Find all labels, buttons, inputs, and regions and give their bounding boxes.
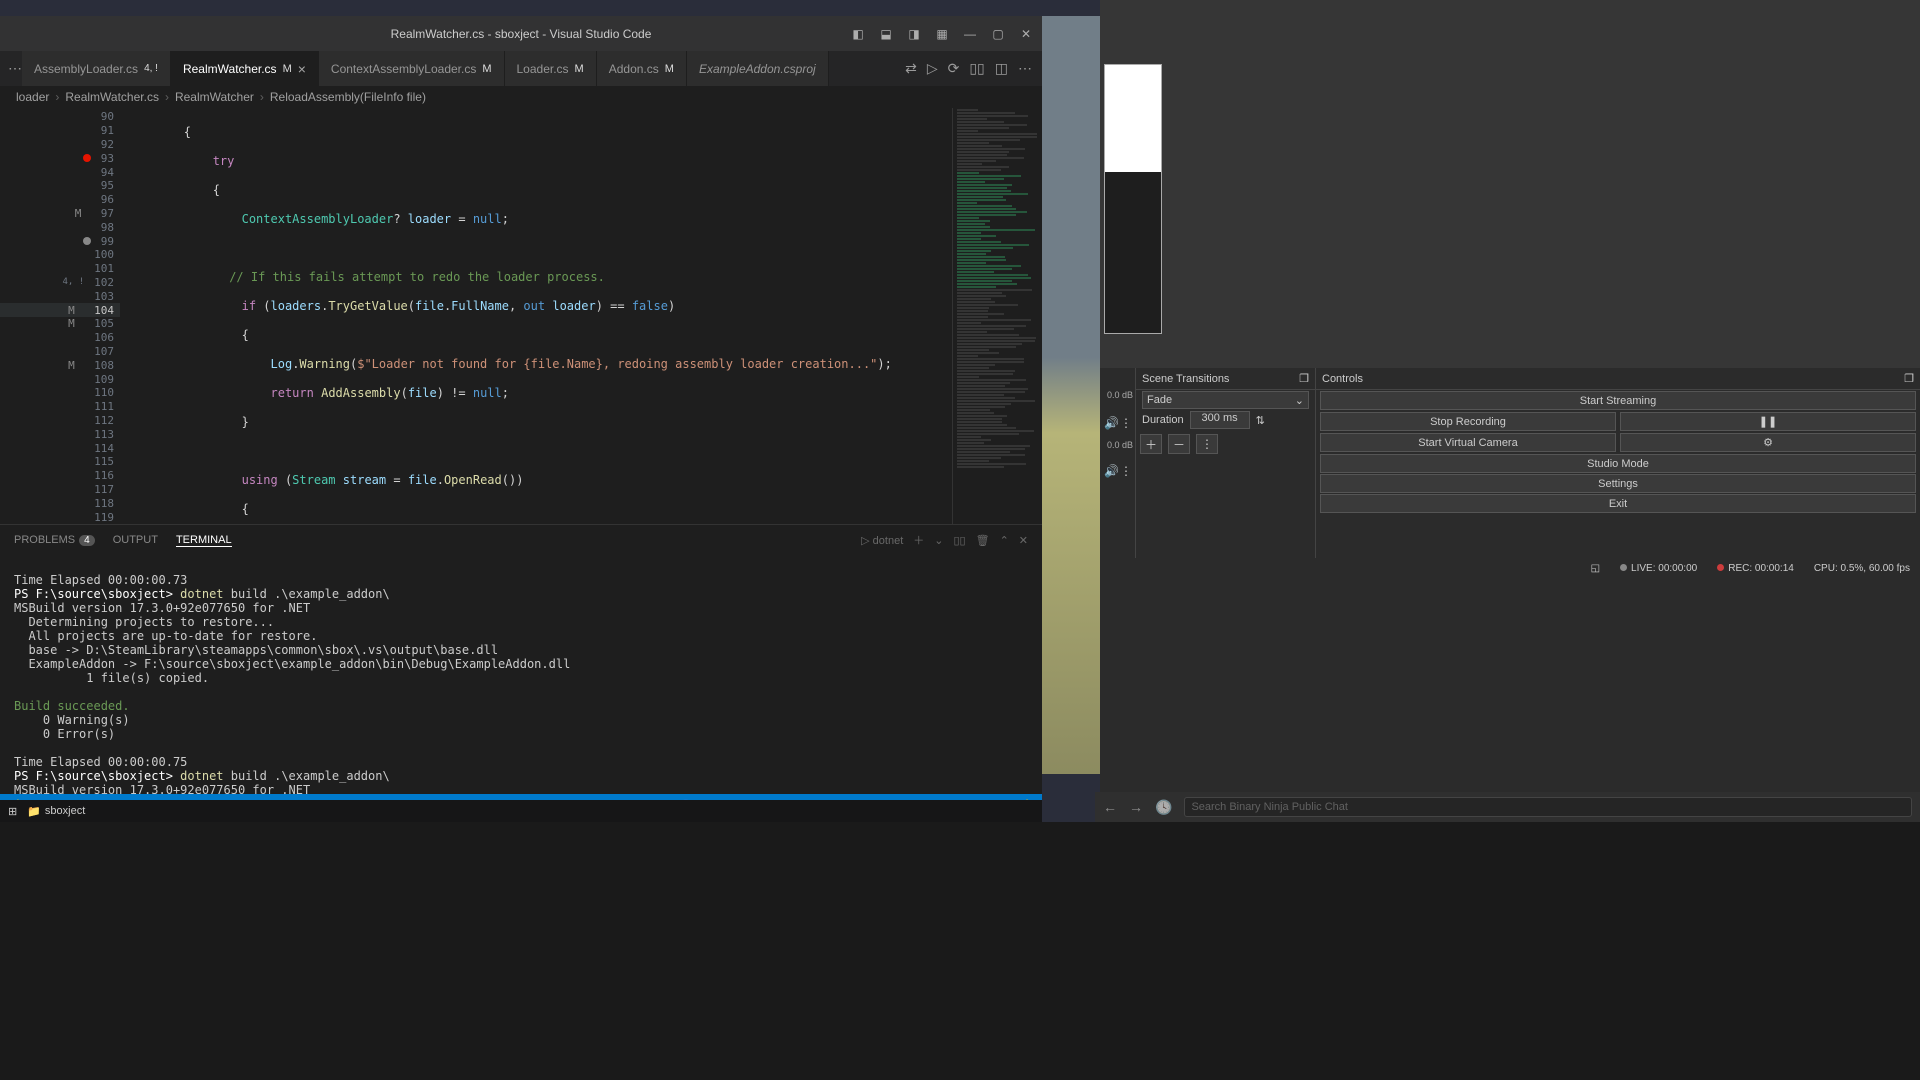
panel-tab-output[interactable]: OUTPUT — [113, 534, 158, 546]
duration-input[interactable]: 300 ms — [1190, 411, 1250, 429]
tab-exampleaddon-csproj[interactable]: ExampleAddon.csproj — [687, 51, 829, 86]
editor-gutter[interactable]: 90919293949596M9798991001014, !102103M10… — [0, 108, 120, 524]
transition-menu-icon[interactable]: ⋮ — [1196, 434, 1218, 454]
panel-tab-problems[interactable]: PROBLEMS 4 — [14, 534, 95, 546]
pane-expand-icon[interactable]: ❐ — [1904, 372, 1914, 385]
tab-loader[interactable]: Loader.cs M — [505, 51, 597, 86]
window-title: RealmWatcher.cs - sboxject - Visual Stud… — [391, 27, 652, 41]
terminal-split-icon[interactable]: ▯▯ — [953, 534, 965, 547]
mixer-menu-icon[interactable]: ⋮ — [1120, 416, 1132, 430]
panel-close-icon[interactable]: ✕ — [1019, 534, 1028, 547]
terminal-new-icon[interactable]: ＋ — [913, 532, 924, 548]
tab-contextassemblyloader[interactable]: ContextAssemblyLoader.cs M — [319, 51, 505, 86]
minimap[interactable] — [952, 108, 1042, 524]
obs-mixer: 0.0 dB 🔊 ⋮ 0.0 dB 🔊 ⋮ — [1100, 368, 1136, 578]
panel-tab-terminal[interactable]: TERMINAL — [176, 534, 232, 547]
tab-close-icon[interactable]: × — [298, 61, 306, 77]
remove-transition-button[interactable]: － — [1168, 434, 1190, 454]
breadcrumbs[interactable]: loader› RealmWatcher.cs› RealmWatcher› R… — [0, 86, 1042, 108]
terminal[interactable]: Time Elapsed 00:00:00.73 PS F:\source\sb… — [0, 555, 1042, 794]
nav-forward-icon[interactable]: → — [1129, 799, 1143, 815]
split-right-icon[interactable]: ◫ — [995, 60, 1008, 77]
speaker-icon[interactable]: 🔊 — [1104, 416, 1119, 430]
speaker-icon[interactable]: 🔊 — [1104, 464, 1119, 478]
mixer-menu-icon[interactable]: ⋮ — [1120, 464, 1132, 478]
pane-expand-icon[interactable]: ❐ — [1299, 372, 1309, 385]
layout-grid-icon[interactable]: ▦ — [934, 26, 950, 42]
nav-back-icon[interactable]: ← — [1103, 799, 1117, 815]
obs-statusbar: ◱ LIVE: 00:00:00 REC: 00:00:14 CPU: 0.5%… — [1100, 558, 1920, 578]
settings-button[interactable]: Settings — [1320, 474, 1916, 493]
chevron-down-icon[interactable]: ⌄ — [934, 534, 943, 547]
compare-icon[interactable]: ⇄ — [905, 60, 917, 77]
duration-stepper[interactable]: ⇅ — [1256, 414, 1265, 427]
terminal-shell-label[interactable]: ▷ dotnet — [861, 534, 903, 547]
more-icon[interactable]: ⋯ — [1018, 60, 1032, 77]
exit-button[interactable]: Exit — [1320, 494, 1916, 513]
history-icon[interactable]: 🕓 — [1155, 799, 1172, 816]
obs-preview-source[interactable] — [1104, 64, 1162, 334]
obs-network-icon: ◱ — [1591, 563, 1600, 574]
taskbar-item-sboxject[interactable]: 📁 sboxject — [27, 805, 85, 818]
transition-select[interactable]: Fade⌄ — [1142, 391, 1309, 409]
minimize-icon[interactable]: — — [962, 26, 978, 42]
search-input[interactable]: Search Binary Ninja Public Chat — [1184, 797, 1912, 817]
obs-scene-transitions: Scene Transitions ❐ Fade⌄ Duration 300 m… — [1136, 368, 1316, 578]
run-icon[interactable]: ▷ — [927, 60, 938, 77]
vscode-window: RealmWatcher.cs - sboxject - Visual Stud… — [0, 16, 1042, 816]
layout-right-icon[interactable]: ◨ — [906, 26, 922, 42]
obs-controls: Controls ❐ Start Streaming Stop Recordin… — [1316, 368, 1920, 578]
vcam-settings-button[interactable]: ⚙ — [1620, 433, 1916, 452]
obs-live-status: LIVE: 00:00:00 — [1620, 563, 1697, 574]
obs-rec-status: REC: 00:00:14 — [1717, 563, 1794, 574]
obs-preview[interactable] — [1100, 0, 1920, 368]
layout-bottom-icon[interactable]: ⬓ — [878, 26, 894, 42]
close-icon[interactable]: ✕ — [1018, 26, 1034, 42]
titlebar: RealmWatcher.cs - sboxject - Visual Stud… — [0, 16, 1042, 51]
taskbar-start-icon[interactable]: ⊞ — [8, 805, 17, 818]
restart-icon[interactable]: ⟳ — [948, 60, 960, 77]
terminal-trash-icon[interactable]: 🗑 — [976, 534, 990, 547]
bn-chat-bar: ← → 🕓 Search Binary Ninja Public Chat — [1095, 792, 1920, 822]
layout-left-icon[interactable]: ◧ — [850, 26, 866, 42]
stop-recording-button[interactable]: Stop Recording — [1320, 412, 1616, 431]
obs-cpu-status: CPU: 0.5%, 60.00 fps — [1814, 563, 1910, 574]
chevron-down-icon: ⌄ — [1295, 394, 1304, 407]
panel-maximize-icon[interactable]: ⌃ — [1000, 534, 1009, 547]
add-transition-button[interactable]: ＋ — [1140, 434, 1162, 454]
maximize-icon[interactable]: ▢ — [990, 26, 1006, 42]
start-virtual-camera-button[interactable]: Start Virtual Camera — [1320, 433, 1616, 452]
start-streaming-button[interactable]: Start Streaming — [1320, 391, 1916, 410]
studio-mode-button[interactable]: Studio Mode — [1320, 454, 1916, 473]
code-editor[interactable]: { try { ContextAssemblyLoader? loader = … — [120, 108, 1042, 524]
split-icon[interactable]: ▯▯ — [969, 60, 984, 77]
tab-overflow-icon[interactable]: ⋯ — [8, 60, 22, 77]
pause-recording-button[interactable]: ❚❚ — [1620, 412, 1916, 431]
tab-assemblyloader[interactable]: AssemblyLoader.cs 4, ! — [22, 51, 171, 86]
tab-realmwatcher[interactable]: RealmWatcher.cs M × — [171, 51, 319, 86]
editor-tabbar: ⋯ AssemblyLoader.cs 4, ! RealmWatcher.cs… — [0, 51, 1042, 86]
bottom-panel: PROBLEMS 4 OUTPUT TERMINAL ▷ dotnet ＋ ⌄ … — [0, 524, 1042, 794]
tab-addon[interactable]: Addon.cs M — [597, 51, 687, 86]
obs-window: 0.0 dB 🔊 ⋮ 0.0 dB 🔊 ⋮ Scene Transitions … — [1100, 0, 1920, 820]
taskbar: ⊞ 📁 sboxject — [0, 800, 1042, 822]
